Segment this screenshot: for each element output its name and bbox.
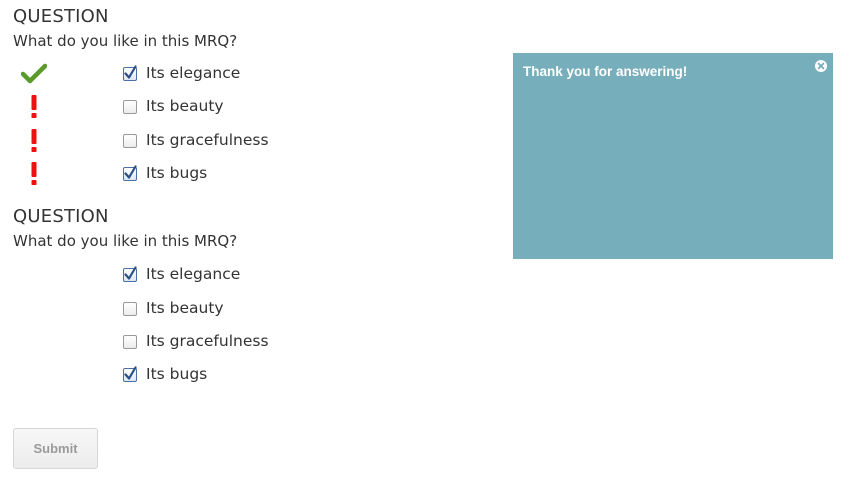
choice-item: Its bugs: [13, 362, 413, 388]
choice-label: Its beauty: [146, 299, 224, 317]
choice-checkbox[interactable]: [123, 335, 137, 349]
choice-checkbox[interactable]: [123, 366, 137, 382]
choice-checkbox[interactable]: [123, 65, 137, 81]
question-text: What do you like in this MRQ?: [13, 32, 238, 50]
choice-label: Its beauty: [146, 97, 224, 115]
choice-item: Its elegance: [13, 262, 413, 288]
choice-item: Its bugs: [13, 161, 413, 187]
choices-group-2: Its elegance Its beauty Its gracefulness…: [13, 262, 493, 392]
exclamation-incorrect-icon: [22, 94, 48, 120]
choices-group-1: Its elegance Its beauty Its gracefulness: [13, 61, 493, 191]
choice-item: Its beauty: [13, 94, 413, 120]
exclamation-incorrect-icon: [22, 161, 48, 187]
choice-item: Its elegance: [13, 61, 413, 87]
question-block-1: QUESTION What do you like in this MRQ?: [13, 7, 493, 51]
question-title: QUESTION: [13, 206, 109, 227]
choice-label: Its elegance: [146, 64, 241, 82]
question-text: What do you like in this MRQ?: [13, 232, 238, 250]
checkmark-correct-icon: [20, 61, 48, 87]
feedback-popup: Thank you for answering!: [513, 53, 833, 259]
submit-button[interactable]: Submit: [13, 428, 98, 469]
question-title: QUESTION: [13, 6, 109, 27]
choice-item: Its beauty: [13, 296, 413, 322]
choice-label: Its elegance: [146, 265, 241, 283]
choice-checkbox[interactable]: [123, 266, 137, 282]
choice-checkbox[interactable]: [123, 302, 137, 316]
choice-label: Its gracefulness: [146, 131, 269, 149]
feedback-message: Thank you for answering!: [523, 64, 688, 79]
choice-checkbox[interactable]: [123, 165, 137, 181]
choice-label: Its bugs: [146, 365, 208, 383]
choice-item: Its gracefulness: [13, 329, 413, 355]
choice-label: Its bugs: [146, 164, 208, 182]
choice-checkbox[interactable]: [123, 100, 137, 114]
exclamation-incorrect-icon: [22, 128, 48, 154]
choice-item: Its gracefulness: [13, 128, 413, 154]
choice-label: Its gracefulness: [146, 332, 269, 350]
close-icon[interactable]: [814, 58, 828, 72]
choice-checkbox[interactable]: [123, 134, 137, 148]
question-block-2: QUESTION What do you like in this MRQ?: [13, 207, 493, 251]
